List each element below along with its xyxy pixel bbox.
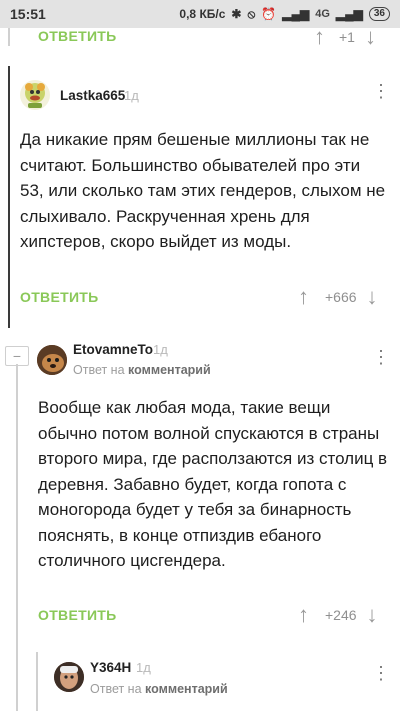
vote-count: +1 (339, 29, 355, 45)
alarm-icon: ⏰ (261, 7, 277, 21)
avatar[interactable] (54, 662, 84, 692)
timestamp: 1д (136, 660, 151, 675)
signal-icon: ▂▄▆ (282, 7, 310, 21)
upvote-icon[interactable]: ↑ (314, 26, 325, 48)
battery-icon: 36 (368, 7, 390, 21)
upvote-icon[interactable]: ↑ (298, 604, 309, 626)
reply-prefix: Ответ на (90, 682, 142, 696)
avatar[interactable] (37, 345, 67, 375)
reply-button[interactable]: ОТВЕТИТЬ (38, 607, 117, 623)
status-bar: 15:51 0,8 КБ/с ✱ ⦸ ⏰ ▂▄▆ 4G ▂▄▆ 36 (0, 0, 400, 28)
status-icons: 0,8 КБ/с ✱ ⦸ ⏰ ▂▄▆ 4G ▂▄▆ 36 (179, 7, 390, 22)
network-type: 4G (315, 8, 330, 20)
thread-line (8, 28, 10, 46)
avatar-image (25, 83, 45, 108)
collapse-button[interactable]: − (5, 346, 29, 366)
reply-to-meta: Ответ на комментарий (90, 682, 228, 696)
upvote-icon[interactable]: ↑ (298, 286, 309, 308)
bluetooth-icon: ✱ (231, 7, 242, 21)
reply-to-meta: Ответ на комментарий (73, 363, 211, 377)
status-time: 15:51 (10, 6, 46, 22)
comment-text: Да никакие прям бешеные миллионы так не … (20, 130, 386, 251)
avatar-image (37, 345, 67, 375)
thread-line (36, 652, 38, 711)
vote-count: +246 (325, 607, 357, 623)
vote-count: +666 (325, 289, 357, 305)
more-icon[interactable]: ⋮ (372, 664, 390, 682)
timestamp: 1д (153, 342, 168, 357)
thread-line-active (8, 66, 10, 328)
downvote-icon[interactable]: ↓ (367, 286, 378, 308)
username[interactable]: EtovamneTo (73, 342, 153, 357)
vote-block-top: ↑ +1 ↓ (314, 26, 376, 48)
downvote-icon[interactable]: ↓ (365, 26, 376, 48)
reply-prefix: Ответ на (73, 363, 125, 377)
network-speed: 0,8 КБ/с (179, 7, 226, 21)
minus-icon: − (12, 348, 22, 364)
vote-block: ↑ +246 ↓ (298, 604, 378, 626)
reply-target-link[interactable]: комментарий (145, 682, 228, 696)
username[interactable]: Y364H (90, 660, 131, 675)
vote-block: ↑ +666 ↓ (298, 286, 378, 308)
thread-line (16, 364, 18, 711)
mute-icon: ⦸ (247, 6, 256, 21)
reply-button-top[interactable]: ОТВЕТИТЬ (38, 28, 117, 44)
reply-target-link[interactable]: комментарий (128, 363, 211, 377)
comment-text: Вообще как любая мода, такие вещи обычно… (38, 398, 388, 570)
timestamp: 1д (124, 88, 139, 103)
reply-button[interactable]: ОТВЕТИТЬ (20, 289, 99, 305)
downvote-icon[interactable]: ↓ (367, 604, 378, 626)
avatar[interactable] (20, 80, 50, 110)
avatar-image (54, 662, 84, 692)
username[interactable]: Lastka665 (60, 88, 125, 103)
more-icon[interactable]: ⋮ (372, 82, 390, 100)
more-icon[interactable]: ⋮ (372, 348, 390, 366)
signal-icon-2: ▂▄▆ (335, 7, 363, 21)
